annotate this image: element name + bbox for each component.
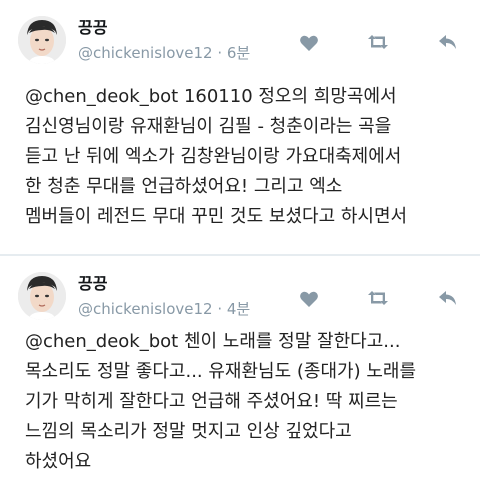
reply-icon[interactable] [438,34,462,54]
heart-icon[interactable] [299,290,323,310]
retweet-icon[interactable] [366,34,390,54]
tweet-text: @chen_deok_bot 첸이 노래를 정말 잘한다고... 목소리도 정말… [25,331,417,472]
tweet-1[interactable]: 끙끙 @chickenislove12 · 6분 @chen_deok_bot … [0,0,480,254]
tweet-actions [0,290,480,310]
reply-icon[interactable] [438,290,462,310]
tweet-2[interactable]: 끙끙 @chickenislove12 · 4분 @chen_deok_bot … [0,256,480,501]
tweet-text: @chen_deok_bot 160110 정오의 희망곡에서 김신영님이랑 유… [25,86,408,227]
tweet-actions [0,34,480,54]
retweet-icon[interactable] [366,290,390,310]
heart-icon[interactable] [299,34,323,54]
